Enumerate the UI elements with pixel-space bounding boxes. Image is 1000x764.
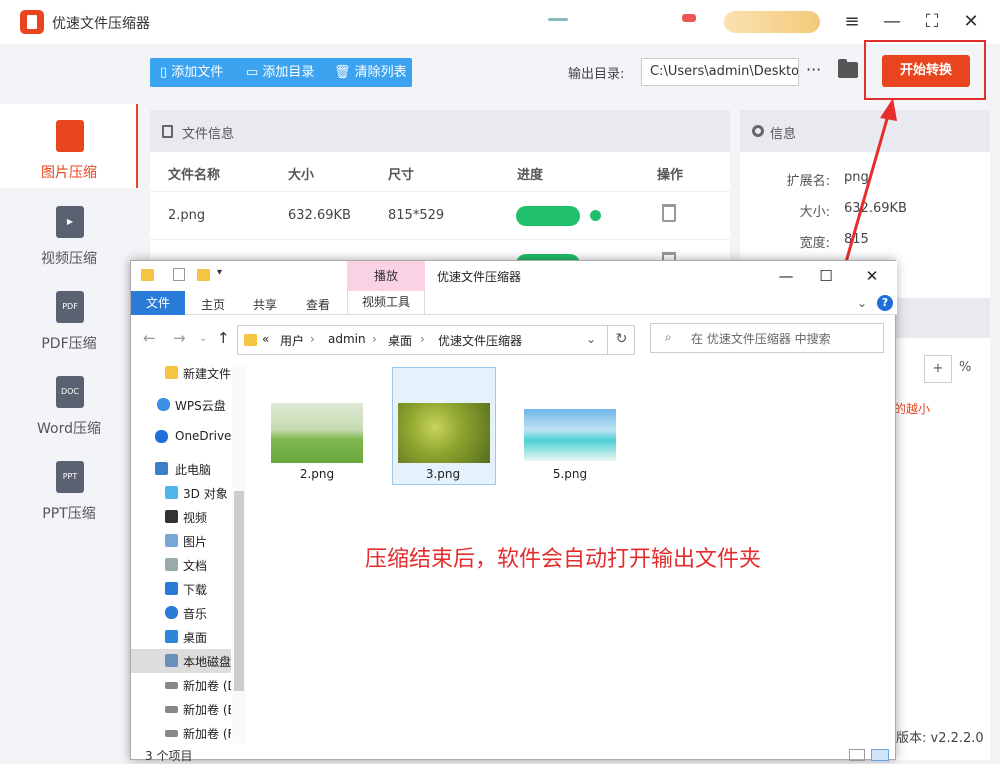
properties-icon[interactable] bbox=[173, 268, 185, 281]
nav-item-3d[interactable]: 3D 对象 bbox=[131, 481, 231, 505]
breadcrumb-users[interactable]: 用户 bbox=[280, 332, 304, 349]
nav-label: OneDrive bbox=[175, 429, 231, 443]
explorer-maximize-button[interactable]: ☐ bbox=[811, 265, 841, 287]
address-bar[interactable]: « 用户 › admin › 桌面 › 优速文件压缩器 ⌄ bbox=[237, 325, 635, 355]
forward-button[interactable]: → bbox=[173, 329, 186, 347]
nav-item-new-folder[interactable]: 新建文件夹 bbox=[131, 361, 231, 385]
nav-label: 新加卷 (F:) bbox=[183, 727, 231, 741]
folder-icon bbox=[141, 269, 154, 281]
item-count: 3 个项目 bbox=[145, 749, 193, 763]
video-icon bbox=[165, 510, 178, 523]
view-toggle-icons[interactable] bbox=[849, 749, 891, 761]
nav-item-this-pc[interactable]: 此电脑 bbox=[131, 457, 231, 481]
nav-item-documents[interactable]: 文档 bbox=[131, 553, 231, 577]
nav-item-desktop[interactable]: 桌面 bbox=[131, 625, 231, 649]
nav-item-downloads[interactable]: 下载 bbox=[131, 577, 231, 601]
nav-label: 此电脑 bbox=[175, 463, 212, 477]
nav-label: WPS云盘 bbox=[175, 399, 226, 413]
nav-item-local-disk[interactable]: 本地磁盘 (C:) bbox=[131, 649, 231, 673]
tab-share[interactable]: 共享 bbox=[253, 296, 277, 313]
breadcrumb-separator: › bbox=[420, 332, 425, 346]
nav-label: 下载 bbox=[183, 583, 208, 597]
file-thumbnail-5[interactable] bbox=[524, 409, 616, 461]
nav-label: 桌面 bbox=[183, 631, 208, 645]
up-button[interactable]: ↑ bbox=[217, 329, 230, 347]
address-dropdown-icon[interactable]: ⌄ bbox=[586, 332, 596, 346]
desktop-icon bbox=[165, 630, 178, 643]
address-folder-icon bbox=[244, 334, 257, 346]
picture-icon bbox=[165, 534, 178, 547]
large-icons-view-icon[interactable] bbox=[871, 749, 889, 761]
file-name-3[interactable]: 3.png bbox=[393, 467, 493, 481]
tab-video-tools[interactable]: 视频工具 bbox=[347, 291, 425, 315]
tab-play[interactable]: 播放 bbox=[347, 261, 425, 291]
breadcrumb-desktop[interactable]: 桌面 bbox=[388, 332, 412, 349]
nav-item-volume-e[interactable]: 新加卷 (E:) bbox=[131, 697, 231, 721]
tab-file[interactable]: 文件 bbox=[131, 291, 185, 315]
navigation-pane: 新建文件夹 WPS云盘 OneDrive 此电脑 3D 对象 视频 图片 文档 … bbox=[131, 361, 247, 747]
nav-label: 本地磁盘 (C:) bbox=[183, 655, 231, 669]
breadcrumb-overflow[interactable]: « bbox=[262, 332, 269, 346]
nav-label: 视频 bbox=[183, 511, 208, 525]
file-thumbnail-2[interactable] bbox=[271, 403, 363, 463]
nav-item-pictures[interactable]: 图片 bbox=[131, 529, 231, 553]
recent-dropdown-icon[interactable]: ⌄ bbox=[199, 333, 207, 344]
details-view-icon[interactable] bbox=[849, 749, 865, 761]
tab-view[interactable]: 查看 bbox=[306, 296, 330, 313]
drive-icon bbox=[165, 730, 178, 737]
explorer-window: ▾ 播放 优速文件压缩器 — ☐ ✕ 文件 主页 共享 查看 视频工具 ⌄ ? … bbox=[130, 260, 897, 763]
nav-item-volume-f[interactable]: 新加卷 (F:) bbox=[131, 721, 231, 745]
nav-item-volume-d[interactable]: 新加卷 (D:) bbox=[131, 673, 231, 697]
nav-label: 文档 bbox=[183, 559, 208, 573]
drive-icon bbox=[165, 706, 178, 713]
file-name-5[interactable]: 5.png bbox=[520, 467, 620, 481]
quick-access-dropdown-icon[interactable]: ▾ bbox=[217, 267, 222, 278]
nav-label: 新加卷 (D:) bbox=[183, 679, 231, 693]
search-placeholder: 在 优速文件压缩器 中搜索 bbox=[691, 332, 831, 346]
breadcrumb-separator: › bbox=[372, 332, 377, 346]
nav-item-wps[interactable]: WPS云盘 bbox=[131, 393, 231, 417]
annotation-text: 压缩结束后，软件会自动打开输出文件夹 bbox=[365, 547, 762, 572]
nav-label: 3D 对象 bbox=[183, 487, 228, 501]
drive-icon bbox=[165, 682, 178, 689]
status-bar: 3 个项目 bbox=[131, 745, 897, 763]
back-button[interactable]: ← bbox=[143, 329, 156, 347]
nav-label: 图片 bbox=[183, 535, 208, 549]
breadcrumb-separator: › bbox=[310, 332, 315, 346]
help-icon[interactable]: ? bbox=[877, 295, 893, 311]
file-thumbnail-3[interactable] bbox=[398, 403, 490, 463]
disk-icon bbox=[165, 654, 178, 667]
nav-label: 新加卷 (E:) bbox=[183, 703, 231, 717]
onedrive-icon bbox=[155, 430, 168, 443]
ribbon bbox=[131, 291, 897, 315]
refresh-button[interactable]: ↻ bbox=[607, 325, 635, 355]
nav-item-music[interactable]: 音乐 bbox=[131, 601, 231, 625]
file-name-2[interactable]: 2.png bbox=[267, 467, 367, 481]
explorer-title: 优速文件压缩器 bbox=[437, 270, 522, 284]
folder-icon bbox=[165, 366, 178, 379]
music-icon bbox=[165, 606, 178, 619]
cube-icon bbox=[165, 486, 178, 499]
nav-label: 新建文件夹 bbox=[183, 367, 231, 381]
nav-item-onedrive[interactable]: OneDrive bbox=[131, 425, 231, 449]
nav-item-video[interactable]: 视频 bbox=[131, 505, 231, 529]
download-icon bbox=[165, 582, 178, 595]
explorer-close-button[interactable]: ✕ bbox=[857, 265, 887, 287]
ribbon-expand-icon[interactable]: ⌄ bbox=[857, 296, 867, 310]
tab-home[interactable]: 主页 bbox=[201, 296, 225, 313]
nav-label: 音乐 bbox=[183, 607, 208, 621]
cloud-icon bbox=[157, 398, 170, 411]
computer-icon bbox=[155, 462, 168, 475]
search-input[interactable]: ⌕ 在 优速文件压缩器 中搜索 bbox=[650, 323, 884, 353]
nav-scroll-thumb[interactable] bbox=[234, 491, 244, 691]
search-icon: ⌕ bbox=[665, 330, 672, 344]
breadcrumb-current[interactable]: 优速文件压缩器 bbox=[438, 332, 522, 349]
document-icon bbox=[165, 558, 178, 571]
new-folder-icon[interactable] bbox=[197, 269, 210, 281]
breadcrumb-admin[interactable]: admin bbox=[328, 332, 366, 346]
explorer-minimize-button[interactable]: — bbox=[771, 265, 801, 287]
